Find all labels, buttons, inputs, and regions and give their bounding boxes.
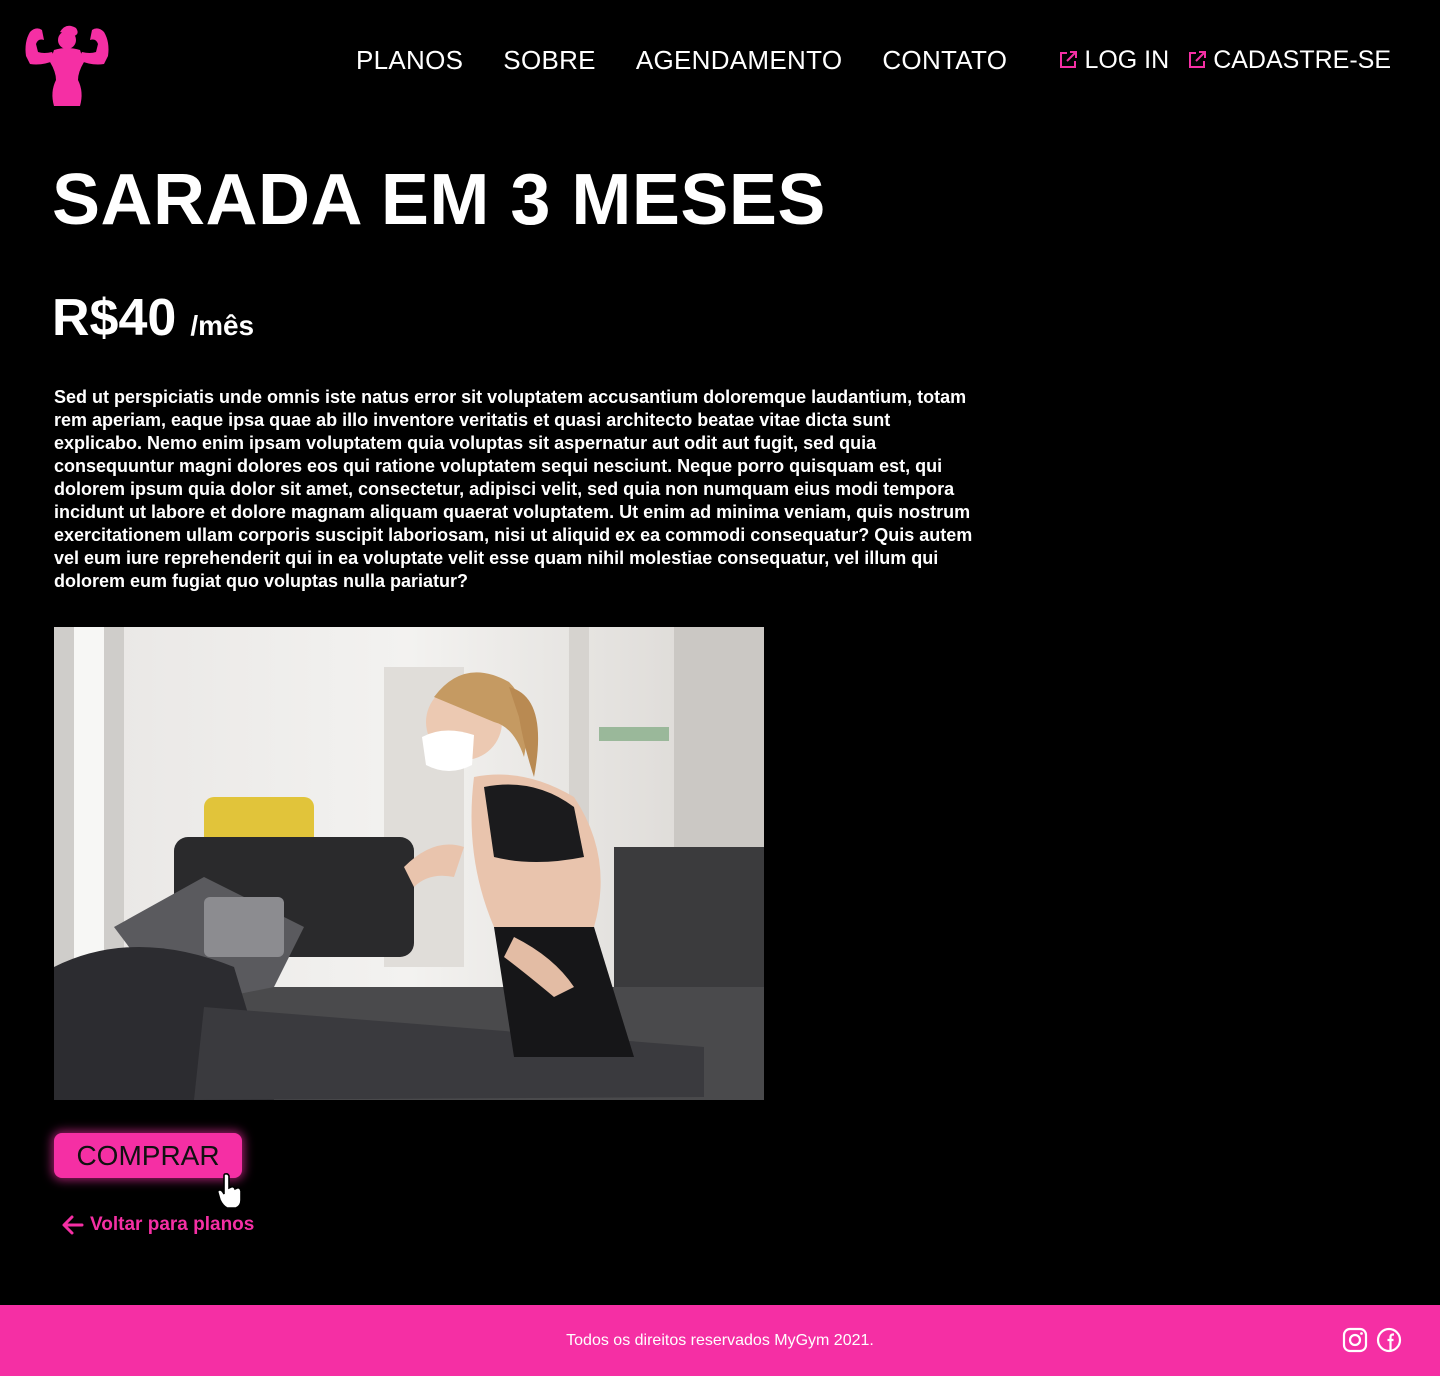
external-link-icon: [1189, 51, 1207, 68]
nav-planos[interactable]: PLANOS: [356, 42, 463, 78]
external-link-icon: [1060, 51, 1078, 68]
nav-sobre[interactable]: SOBRE: [503, 42, 596, 78]
site-footer: Todos os direitos reservados MyGym 2021.: [0, 1305, 1440, 1376]
arrow-left-icon: [62, 1215, 84, 1235]
price-period: /mês: [190, 310, 255, 341]
plan-photo: [54, 627, 764, 1100]
copyright-text: Todos os direitos reservados MyGym 2021.: [566, 1332, 874, 1349]
signup-label: CADASTRE-SE: [1213, 46, 1391, 74]
flexing-woman-icon: [25, 25, 109, 106]
nav-contato[interactable]: CONTATO: [882, 42, 1007, 78]
site-header: PLANOS SOBRE AGENDAMENTO CONTATO LOG IN …: [0, 0, 1440, 120]
plan-price: R$40: [52, 289, 177, 347]
price-row: R$40 /mês: [52, 288, 254, 348]
treadmill-runner-image: [54, 627, 764, 1100]
back-to-plans-link[interactable]: Voltar para planos: [60, 1212, 254, 1238]
main-nav: PLANOS SOBRE AGENDAMENTO CONTATO: [356, 42, 1007, 78]
buy-button[interactable]: COMPRAR: [54, 1133, 242, 1178]
signup-link[interactable]: CADASTRE-SE: [1187, 42, 1391, 78]
auth-links: LOG IN CADASTRE-SE: [1058, 42, 1391, 78]
social-links: [1342, 1327, 1402, 1353]
plan-description: Sed ut perspiciatis unde omnis iste natu…: [54, 387, 973, 591]
nav-agendamento[interactable]: AGENDAMENTO: [636, 42, 843, 78]
page-title: SARADA EM 3 MESES: [52, 160, 826, 240]
plan-detail-page: PLANOS SOBRE AGENDAMENTO CONTATO LOG IN …: [0, 0, 1440, 1376]
login-link[interactable]: LOG IN: [1058, 42, 1169, 78]
login-label: LOG IN: [1084, 46, 1170, 74]
facebook-icon[interactable]: [1376, 1327, 1402, 1353]
hand-pointer-icon: [216, 1172, 242, 1209]
back-label: Voltar para planos: [90, 1214, 255, 1235]
logo[interactable]: [22, 22, 112, 106]
instagram-icon[interactable]: [1342, 1327, 1368, 1353]
